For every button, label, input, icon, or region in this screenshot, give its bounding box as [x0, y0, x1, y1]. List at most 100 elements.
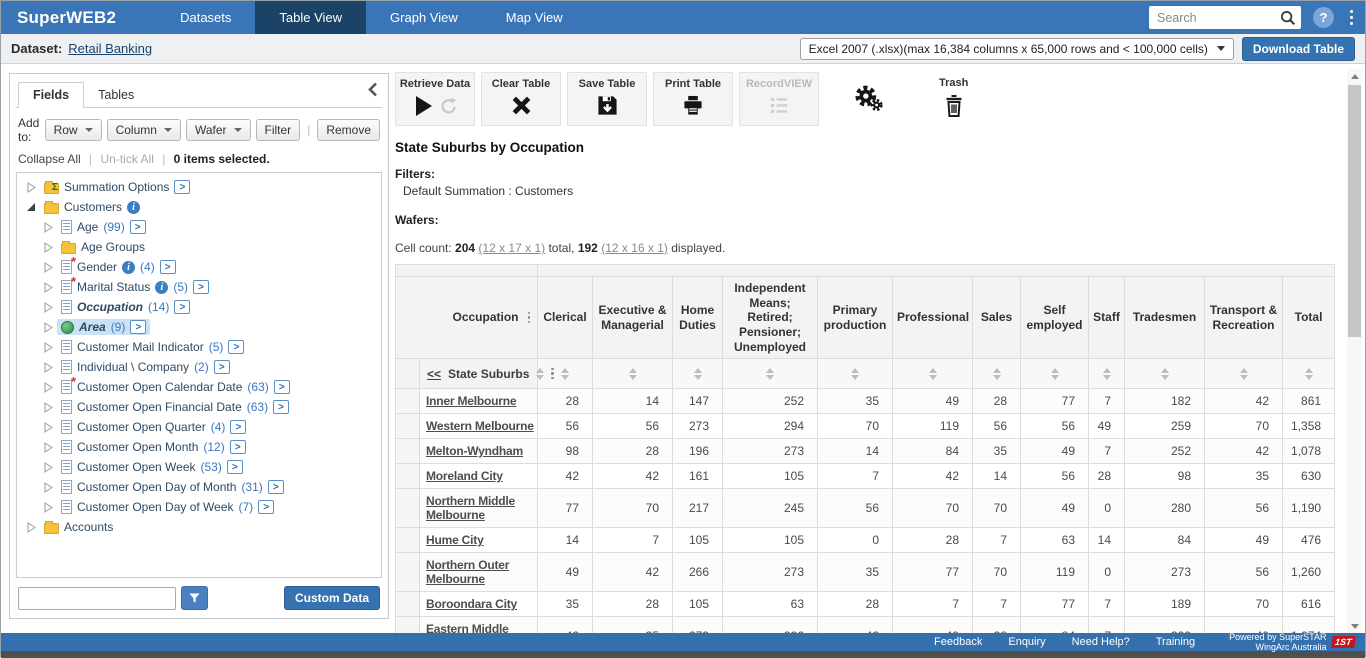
- cell-count-total-dims-link[interactable]: (12 x 17 x 1): [478, 241, 545, 255]
- header-menu-icon[interactable]: [528, 311, 531, 325]
- export-format-select[interactable]: Excel 2007 (.xlsx)(max 16,384 columns x …: [800, 38, 1234, 60]
- save-table-button[interactable]: Save Table: [567, 72, 647, 126]
- sort-control[interactable]: [1161, 368, 1169, 380]
- column-field-header[interactable]: Occupation: [396, 277, 538, 359]
- nav-item-datasets[interactable]: Datasets: [156, 1, 255, 34]
- scroll-up-arrow[interactable]: [1347, 69, 1362, 83]
- field-arrow-button[interactable]: >: [214, 360, 230, 374]
- column-header-staff[interactable]: Staff: [1089, 277, 1125, 359]
- sort-control[interactable]: [561, 368, 569, 380]
- cell-count-displayed-dims-link[interactable]: (12 x 16 x 1): [601, 241, 668, 255]
- retrieve-data-button[interactable]: Retrieve Data: [395, 72, 475, 126]
- sort-control[interactable]: [1051, 368, 1059, 380]
- vertical-scrollbar[interactable]: [1347, 69, 1362, 633]
- sort-control[interactable]: [1305, 368, 1313, 380]
- column-drop-zone[interactable]: [538, 265, 1335, 277]
- row-field-header[interactable]: <<State Suburbs: [420, 359, 538, 389]
- tab-tables[interactable]: Tables: [84, 83, 148, 107]
- sort-control[interactable]: [929, 368, 937, 380]
- expander-icon[interactable]: [42, 442, 54, 453]
- custom-data-button[interactable]: Custom Data: [284, 586, 380, 610]
- print-table-button[interactable]: Print Table: [653, 72, 733, 126]
- expander-icon[interactable]: [42, 422, 54, 433]
- scroll-down-arrow[interactable]: [1347, 619, 1362, 633]
- tree-item-customer-mail-indicator[interactable]: Customer Mail Indicator(5)>: [17, 337, 381, 357]
- field-arrow-button[interactable]: >: [227, 460, 243, 474]
- tree-item-customer-open-month[interactable]: Customer Open Month(12)>: [17, 437, 381, 457]
- sort-control[interactable]: [851, 368, 859, 380]
- header-menu-icon[interactable]: [551, 367, 554, 381]
- field-arrow-button[interactable]: >: [258, 500, 274, 514]
- row-label-link-hume-city[interactable]: Hume City: [426, 533, 484, 547]
- row-label-link-western-melbourne[interactable]: Western Melbourne: [426, 419, 534, 433]
- row-label-link-moreland-city[interactable]: Moreland City: [426, 469, 503, 483]
- add-to-wafer-button[interactable]: Wafer: [186, 119, 251, 141]
- expander-icon[interactable]: [42, 462, 54, 473]
- sort-control[interactable]: [766, 368, 774, 380]
- field-arrow-button[interactable]: >: [230, 420, 246, 434]
- sort-control[interactable]: [694, 368, 702, 380]
- row-label-link-northern-middle-melbourne[interactable]: Northern Middle Melbourne: [426, 494, 515, 522]
- column-header-tradesmen[interactable]: Tradesmen: [1125, 277, 1205, 359]
- search-icon[interactable]: [1279, 9, 1296, 31]
- expander-icon[interactable]: [42, 482, 54, 493]
- tree-item-customer-open-day-of-month[interactable]: Customer Open Day of Month(31)>: [17, 477, 381, 497]
- tree-item-customer-open-day-of-week[interactable]: Customer Open Day of Week(7)>: [17, 497, 381, 517]
- expander-icon[interactable]: [42, 222, 54, 233]
- field-arrow-button[interactable]: >: [174, 180, 190, 194]
- tree-item-occupation[interactable]: Occupation(14)>: [17, 297, 381, 317]
- add-to-column-button[interactable]: Column: [107, 119, 181, 141]
- expander-icon[interactable]: [25, 202, 37, 212]
- tree-item-customer-open-quarter[interactable]: Customer Open Quarter(4)>: [17, 417, 381, 437]
- field-arrow-button[interactable]: >: [130, 320, 146, 334]
- field-arrow-button[interactable]: >: [228, 340, 244, 354]
- tree-item-marital-status[interactable]: Marital Statusi(5)>: [17, 277, 381, 297]
- tree-item-summation-options[interactable]: Summation Options>: [17, 177, 381, 197]
- info-icon[interactable]: i: [127, 201, 140, 214]
- tree-item-customer-open-week[interactable]: Customer Open Week(53)>: [17, 457, 381, 477]
- expander-icon[interactable]: [25, 522, 37, 533]
- row-label-link-northern-outer-melbourne[interactable]: Northern Outer Melbourne: [426, 558, 509, 586]
- help-icon[interactable]: ?: [1313, 7, 1334, 28]
- info-icon[interactable]: i: [122, 261, 135, 274]
- sort-control[interactable]: [1240, 368, 1248, 380]
- tab-fields[interactable]: Fields: [18, 82, 84, 108]
- drill-up-link[interactable]: <<: [427, 367, 441, 381]
- field-arrow-button[interactable]: >: [193, 280, 209, 294]
- nav-item-table-view[interactable]: Table View: [255, 1, 366, 34]
- expander-icon[interactable]: [42, 382, 54, 393]
- row-label-link-boroondara-city[interactable]: Boroondara City: [426, 597, 517, 611]
- footer-link-enquiry[interactable]: Enquiry: [1008, 636, 1045, 648]
- expander-icon[interactable]: [42, 242, 54, 253]
- row-label-link-melton-wyndham[interactable]: Melton-Wyndham: [426, 444, 523, 458]
- field-search-input[interactable]: [18, 587, 176, 610]
- dataset-name-link[interactable]: Retail Banking: [68, 41, 152, 56]
- column-header-sales[interactable]: Sales: [973, 277, 1021, 359]
- info-icon[interactable]: i: [155, 281, 168, 294]
- nav-item-map-view[interactable]: Map View: [482, 1, 587, 34]
- column-header-home-duties[interactable]: Home Duties: [673, 277, 723, 359]
- expander-icon[interactable]: [42, 322, 54, 333]
- collapse-sidebar-icon[interactable]: [368, 82, 378, 102]
- field-arrow-button[interactable]: >: [268, 480, 284, 494]
- collapse-all-link[interactable]: Collapse All: [18, 152, 81, 166]
- column-header-executive-managerial[interactable]: Executive & Managerial: [593, 277, 673, 359]
- table-options-gear-icon[interactable]: [853, 84, 885, 117]
- field-arrow-button[interactable]: >: [273, 400, 289, 414]
- sort-control[interactable]: [536, 368, 544, 380]
- filter-button[interactable]: Filter: [256, 119, 301, 141]
- tree-item-customer-open-calendar-date[interactable]: Customer Open Calendar Date(63)>: [17, 377, 381, 397]
- footer-link-feedback[interactable]: Feedback: [934, 636, 982, 648]
- more-options-icon[interactable]: [1348, 7, 1355, 29]
- expander-icon[interactable]: [42, 282, 54, 293]
- footer-link-need-help[interactable]: Need Help?: [1072, 636, 1130, 648]
- row-label-link-inner-melbourne[interactable]: Inner Melbourne: [426, 394, 516, 408]
- expander-icon[interactable]: [42, 362, 54, 373]
- download-table-button[interactable]: Download Table: [1242, 37, 1355, 61]
- tree-item-customer-open-financial-date[interactable]: Customer Open Financial Date(63)>: [17, 397, 381, 417]
- expander-icon[interactable]: [42, 262, 54, 273]
- column-header-professional[interactable]: Professional: [893, 277, 973, 359]
- sort-control[interactable]: [1103, 368, 1111, 380]
- field-arrow-button[interactable]: >: [130, 220, 146, 234]
- filter-funnel-button[interactable]: [181, 586, 208, 610]
